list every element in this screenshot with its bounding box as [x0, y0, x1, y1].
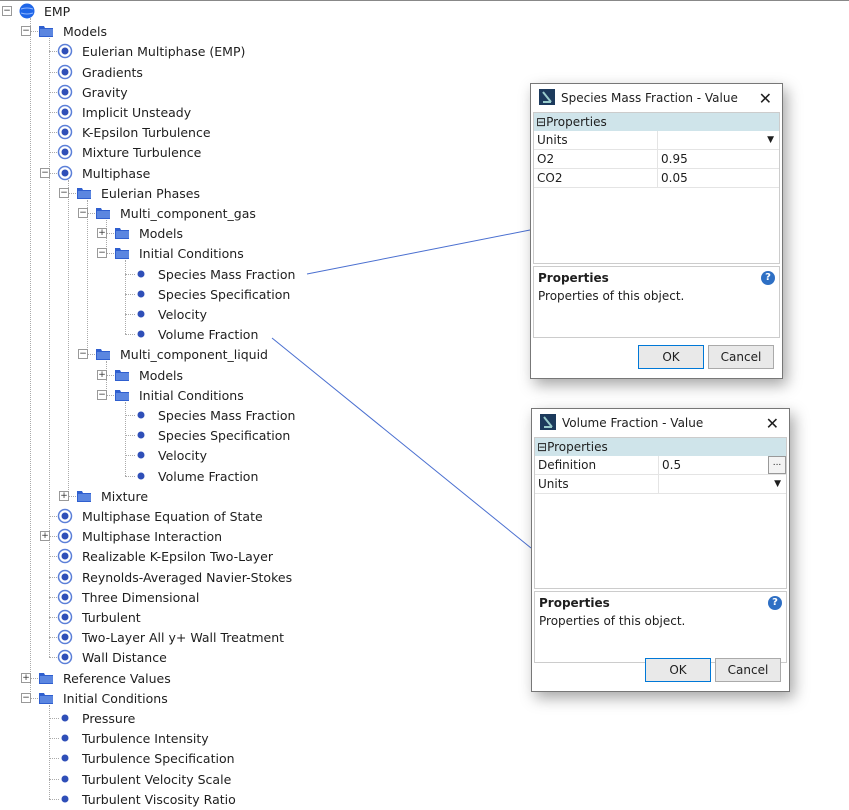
- property-name: Units: [534, 131, 658, 149]
- property-name: O2: [534, 150, 658, 168]
- property-row[interactable]: O2 0.95: [534, 150, 779, 169]
- dialog-titlebar: Volume Fraction - Value: [532, 409, 789, 437]
- app-icon: [540, 413, 556, 433]
- value-text: 0.95: [661, 152, 688, 166]
- value-text: 0.5: [662, 458, 682, 472]
- dropdown-arrow-icon[interactable]: ▼: [774, 475, 781, 493]
- callout-line-volume: [271, 337, 532, 549]
- property-grid: ⊟Properties Definition 0.5... Units ▼: [534, 437, 787, 589]
- dialog-titlebar: Species Mass Fraction - Value: [531, 84, 782, 112]
- help-icon[interactable]: ?: [768, 596, 782, 610]
- section-label: Properties: [547, 440, 608, 454]
- ok-button[interactable]: OK: [638, 345, 704, 369]
- property-value[interactable]: 0.95: [658, 150, 779, 168]
- property-value[interactable]: 0.05: [658, 169, 779, 187]
- cancel-button[interactable]: Cancel: [708, 345, 774, 369]
- property-grid: ⊟Properties Units ▼ O2 0.95 CO2 0.05: [533, 112, 780, 264]
- property-value[interactable]: ▼: [659, 475, 786, 493]
- property-row[interactable]: CO2 0.05: [534, 169, 779, 188]
- description-panel: Properties Properties of this object.?: [534, 591, 787, 663]
- dialog-title: Species Mass Fraction - Value: [561, 91, 738, 105]
- ok-button[interactable]: OK: [645, 658, 711, 682]
- property-value[interactable]: 0.5...: [659, 456, 786, 474]
- property-row[interactable]: Definition 0.5...: [535, 456, 786, 475]
- ellipsis-button[interactable]: ...: [768, 456, 786, 474]
- app-icon: [539, 88, 555, 108]
- cancel-button[interactable]: Cancel: [715, 658, 781, 682]
- description-title: Properties: [538, 271, 609, 285]
- description-text: Properties of this object.: [538, 289, 685, 303]
- property-row[interactable]: Units ▼: [534, 131, 779, 150]
- collapse-icon[interactable]: ⊟: [537, 440, 547, 454]
- section-header[interactable]: ⊟Properties: [534, 113, 779, 131]
- description-panel: Properties Properties of this object.?: [533, 266, 780, 338]
- species-mass-fraction-dialog: Species Mass Fraction - Value ✕ ⊟Propertie…: [530, 83, 783, 379]
- section-header[interactable]: ⊟Properties: [535, 438, 786, 456]
- volume-fraction-dialog: Volume Fraction - Value ✕ ⊟Properties Defin…: [531, 408, 790, 692]
- close-button[interactable]: ✕: [759, 89, 772, 108]
- dialog-title: Volume Fraction - Value: [562, 416, 704, 430]
- callout-line-species: [306, 229, 531, 275]
- close-button[interactable]: ✕: [766, 414, 779, 433]
- description-text: Properties of this object.: [539, 614, 686, 628]
- description-title: Properties: [539, 596, 610, 610]
- property-name: Units: [535, 475, 659, 493]
- property-row[interactable]: Units ▼: [535, 475, 786, 494]
- property-value[interactable]: ▼: [658, 131, 779, 149]
- help-icon[interactable]: ?: [761, 271, 775, 285]
- dropdown-arrow-icon[interactable]: ▼: [767, 131, 774, 149]
- section-label: Properties: [546, 115, 607, 129]
- property-name: Definition: [535, 456, 659, 474]
- property-name: CO2: [534, 169, 658, 187]
- collapse-icon[interactable]: ⊟: [536, 115, 546, 129]
- value-text: 0.05: [661, 171, 688, 185]
